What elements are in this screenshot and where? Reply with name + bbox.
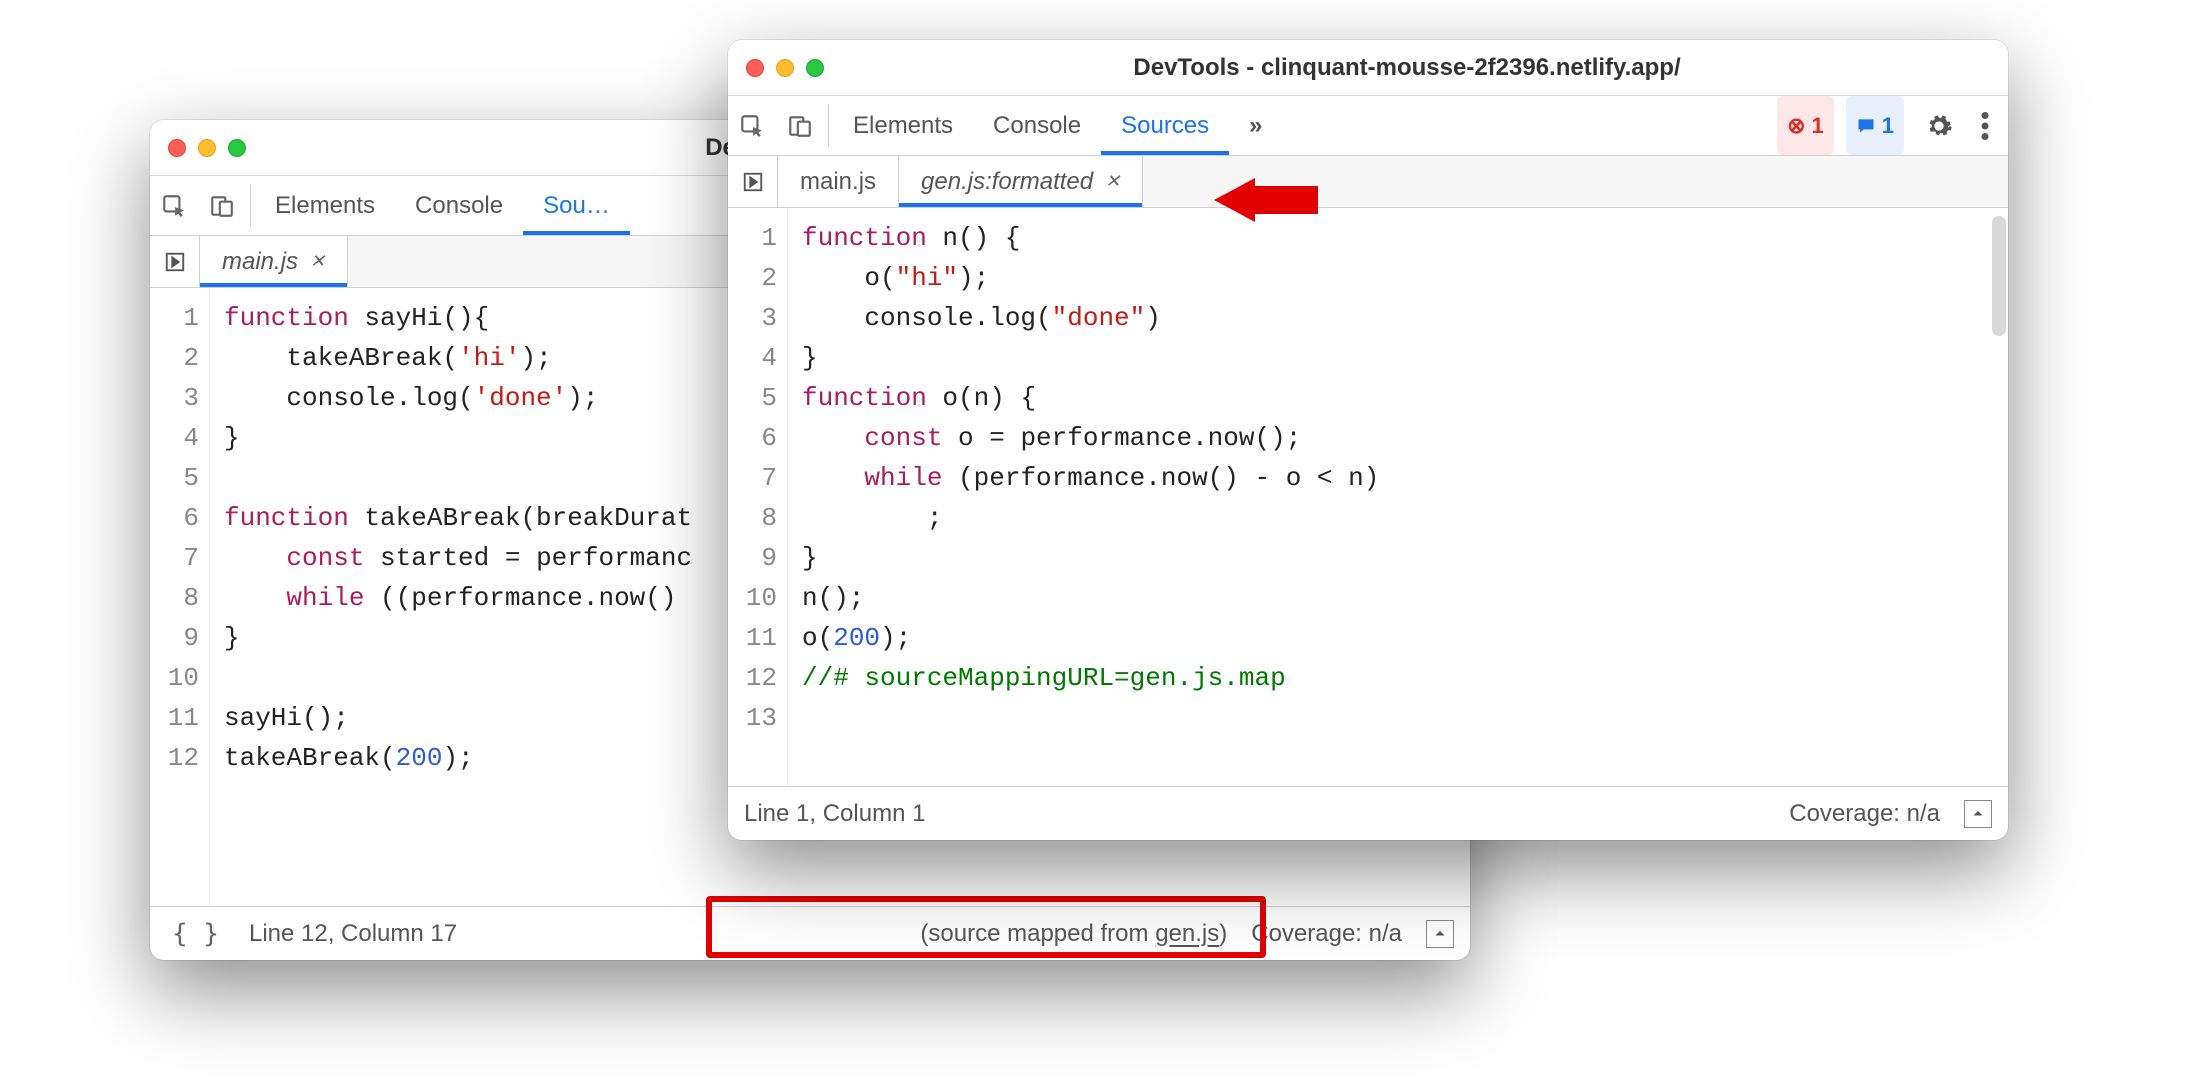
minimize-window-button[interactable] bbox=[198, 139, 216, 157]
inspect-element-icon[interactable] bbox=[150, 176, 198, 235]
devtools-window-front: DevTools - clinquant-mousse-2f2396.netli… bbox=[728, 40, 2008, 840]
panel-more[interactable]: » bbox=[1229, 96, 1282, 155]
scrollbar[interactable] bbox=[1992, 216, 2006, 336]
close-icon[interactable]: ✕ bbox=[1105, 171, 1120, 192]
show-navigator-icon[interactable] bbox=[728, 156, 778, 207]
tab-label: main.js bbox=[222, 248, 298, 276]
message-count: 1 bbox=[1882, 113, 1894, 139]
status-bar: { } Line 12, Column 17 (source mapped fr… bbox=[150, 906, 1470, 960]
source-map-link[interactable]: gen.js bbox=[1155, 920, 1219, 947]
close-window-button[interactable] bbox=[746, 59, 764, 77]
inspect-element-icon[interactable] bbox=[728, 96, 776, 155]
cursor-position: Line 12, Column 17 bbox=[249, 920, 457, 948]
titlebar[interactable]: DevTools - clinquant-mousse-2f2396.netli… bbox=[728, 40, 2008, 96]
line-gutter: 12345678910111213 bbox=[728, 208, 788, 786]
expand-icon[interactable] bbox=[1426, 920, 1454, 948]
coverage-label: Coverage: n/a bbox=[1789, 800, 1940, 828]
error-icon: ⊗ bbox=[1787, 113, 1805, 139]
code-content[interactable]: function n() { o("hi"); console.log("don… bbox=[788, 208, 2008, 786]
panel-console[interactable]: Console bbox=[973, 96, 1101, 155]
tab-gen-js-formatted[interactable]: gen.js:formatted ✕ bbox=[899, 156, 1143, 207]
message-count-badge[interactable]: 1 bbox=[1846, 96, 1904, 155]
error-count-badge[interactable]: ⊗ 1 bbox=[1777, 96, 1834, 155]
source-mapped-label: (source mapped from gen.js) bbox=[920, 920, 1227, 948]
source-tabs: main.js gen.js:formatted ✕ bbox=[728, 156, 2008, 208]
tab-main-js[interactable]: main.js ✕ bbox=[200, 236, 348, 287]
tab-label: main.js bbox=[800, 168, 876, 196]
mapped-prefix: (source mapped from bbox=[920, 920, 1155, 947]
error-count: 1 bbox=[1812, 113, 1824, 139]
panel-elements[interactable]: Elements bbox=[255, 176, 395, 235]
more-menu-icon[interactable] bbox=[1962, 96, 2008, 155]
mapped-suffix: ) bbox=[1219, 920, 1227, 947]
tab-main-js[interactable]: main.js bbox=[778, 156, 899, 207]
panel-elements[interactable]: Elements bbox=[833, 96, 973, 155]
minimize-window-button[interactable] bbox=[776, 59, 794, 77]
tab-label: gen.js:formatted bbox=[921, 168, 1093, 196]
code-editor[interactable]: 12345678910111213 function n() { o("hi")… bbox=[728, 208, 2008, 786]
devtools-toolbar: Elements Console Sources » ⊗ 1 1 bbox=[728, 96, 2008, 156]
line-gutter: 123456789101112 bbox=[150, 288, 210, 906]
show-navigator-icon[interactable] bbox=[150, 236, 200, 287]
close-window-button[interactable] bbox=[168, 139, 186, 157]
close-icon[interactable]: ✕ bbox=[310, 251, 325, 272]
device-toggle-icon[interactable] bbox=[776, 96, 824, 155]
settings-icon[interactable] bbox=[1916, 96, 1962, 155]
panel-sources[interactable]: Sou… bbox=[523, 176, 630, 235]
device-toggle-icon[interactable] bbox=[198, 176, 246, 235]
panel-sources[interactable]: Sources bbox=[1101, 96, 1229, 155]
message-icon bbox=[1856, 116, 1876, 136]
cursor-position: Line 1, Column 1 bbox=[744, 800, 925, 828]
expand-icon[interactable] bbox=[1964, 800, 1992, 828]
status-bar: Line 1, Column 1 Coverage: n/a bbox=[728, 786, 2008, 840]
pretty-print-icon[interactable]: { } bbox=[166, 919, 225, 949]
zoom-window-button[interactable] bbox=[228, 139, 246, 157]
coverage-label: Coverage: n/a bbox=[1251, 920, 1402, 948]
window-title: DevTools - clinquant-mousse-2f2396.netli… bbox=[824, 54, 1990, 82]
panel-console[interactable]: Console bbox=[395, 176, 523, 235]
zoom-window-button[interactable] bbox=[806, 59, 824, 77]
